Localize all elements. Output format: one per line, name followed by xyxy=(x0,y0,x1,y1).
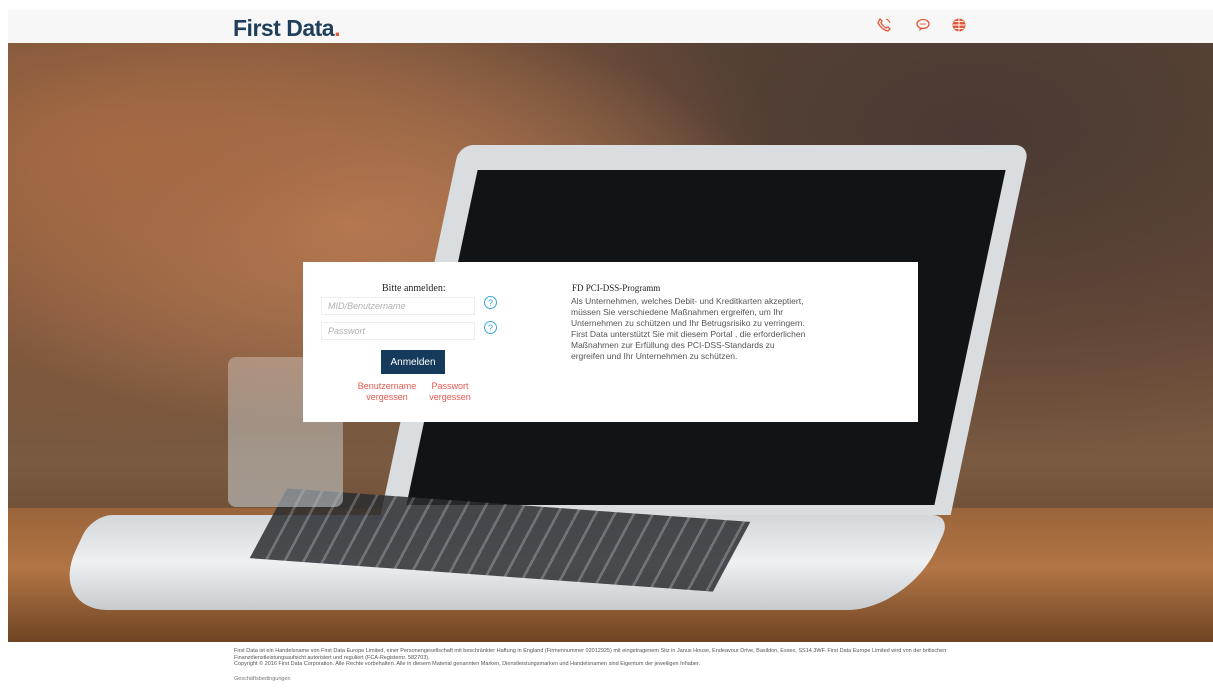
username-input[interactable] xyxy=(321,297,475,315)
password-input[interactable] xyxy=(321,322,475,340)
forgot-password-link[interactable]: Passwort vergessen xyxy=(426,381,474,403)
footer-copyright: Copyright © 2016 First Data Corporation.… xyxy=(234,661,701,667)
top-bar xyxy=(8,10,1213,43)
globe-icon[interactable] xyxy=(951,17,967,33)
login-title: Bitte anmelden: xyxy=(382,283,446,294)
footer-legal-text: First Data ist ein Handelsname von First… xyxy=(234,648,1014,668)
phone-icon[interactable] xyxy=(876,17,892,33)
forgot-username-link[interactable]: Benutzername vergessen xyxy=(356,381,418,403)
info-title: FD PCI-DSS-Programm xyxy=(572,283,661,293)
footer-legal-line-1: First Data ist ein Handelsname von First… xyxy=(234,648,947,661)
info-text: Als Unternehmen, welches Debit- und Kred… xyxy=(571,296,806,361)
password-help-icon[interactable]: ? xyxy=(484,321,497,334)
terms-link[interactable]: Geschäftsbedingungen xyxy=(234,676,291,682)
brand-logo[interactable]: First Data. xyxy=(233,15,340,42)
chat-icon[interactable] xyxy=(915,17,931,33)
login-button[interactable]: Anmelden xyxy=(381,350,445,374)
username-help-icon[interactable]: ? xyxy=(484,296,497,309)
brand-name: First Data xyxy=(233,15,335,41)
brand-dot: . xyxy=(334,15,340,41)
